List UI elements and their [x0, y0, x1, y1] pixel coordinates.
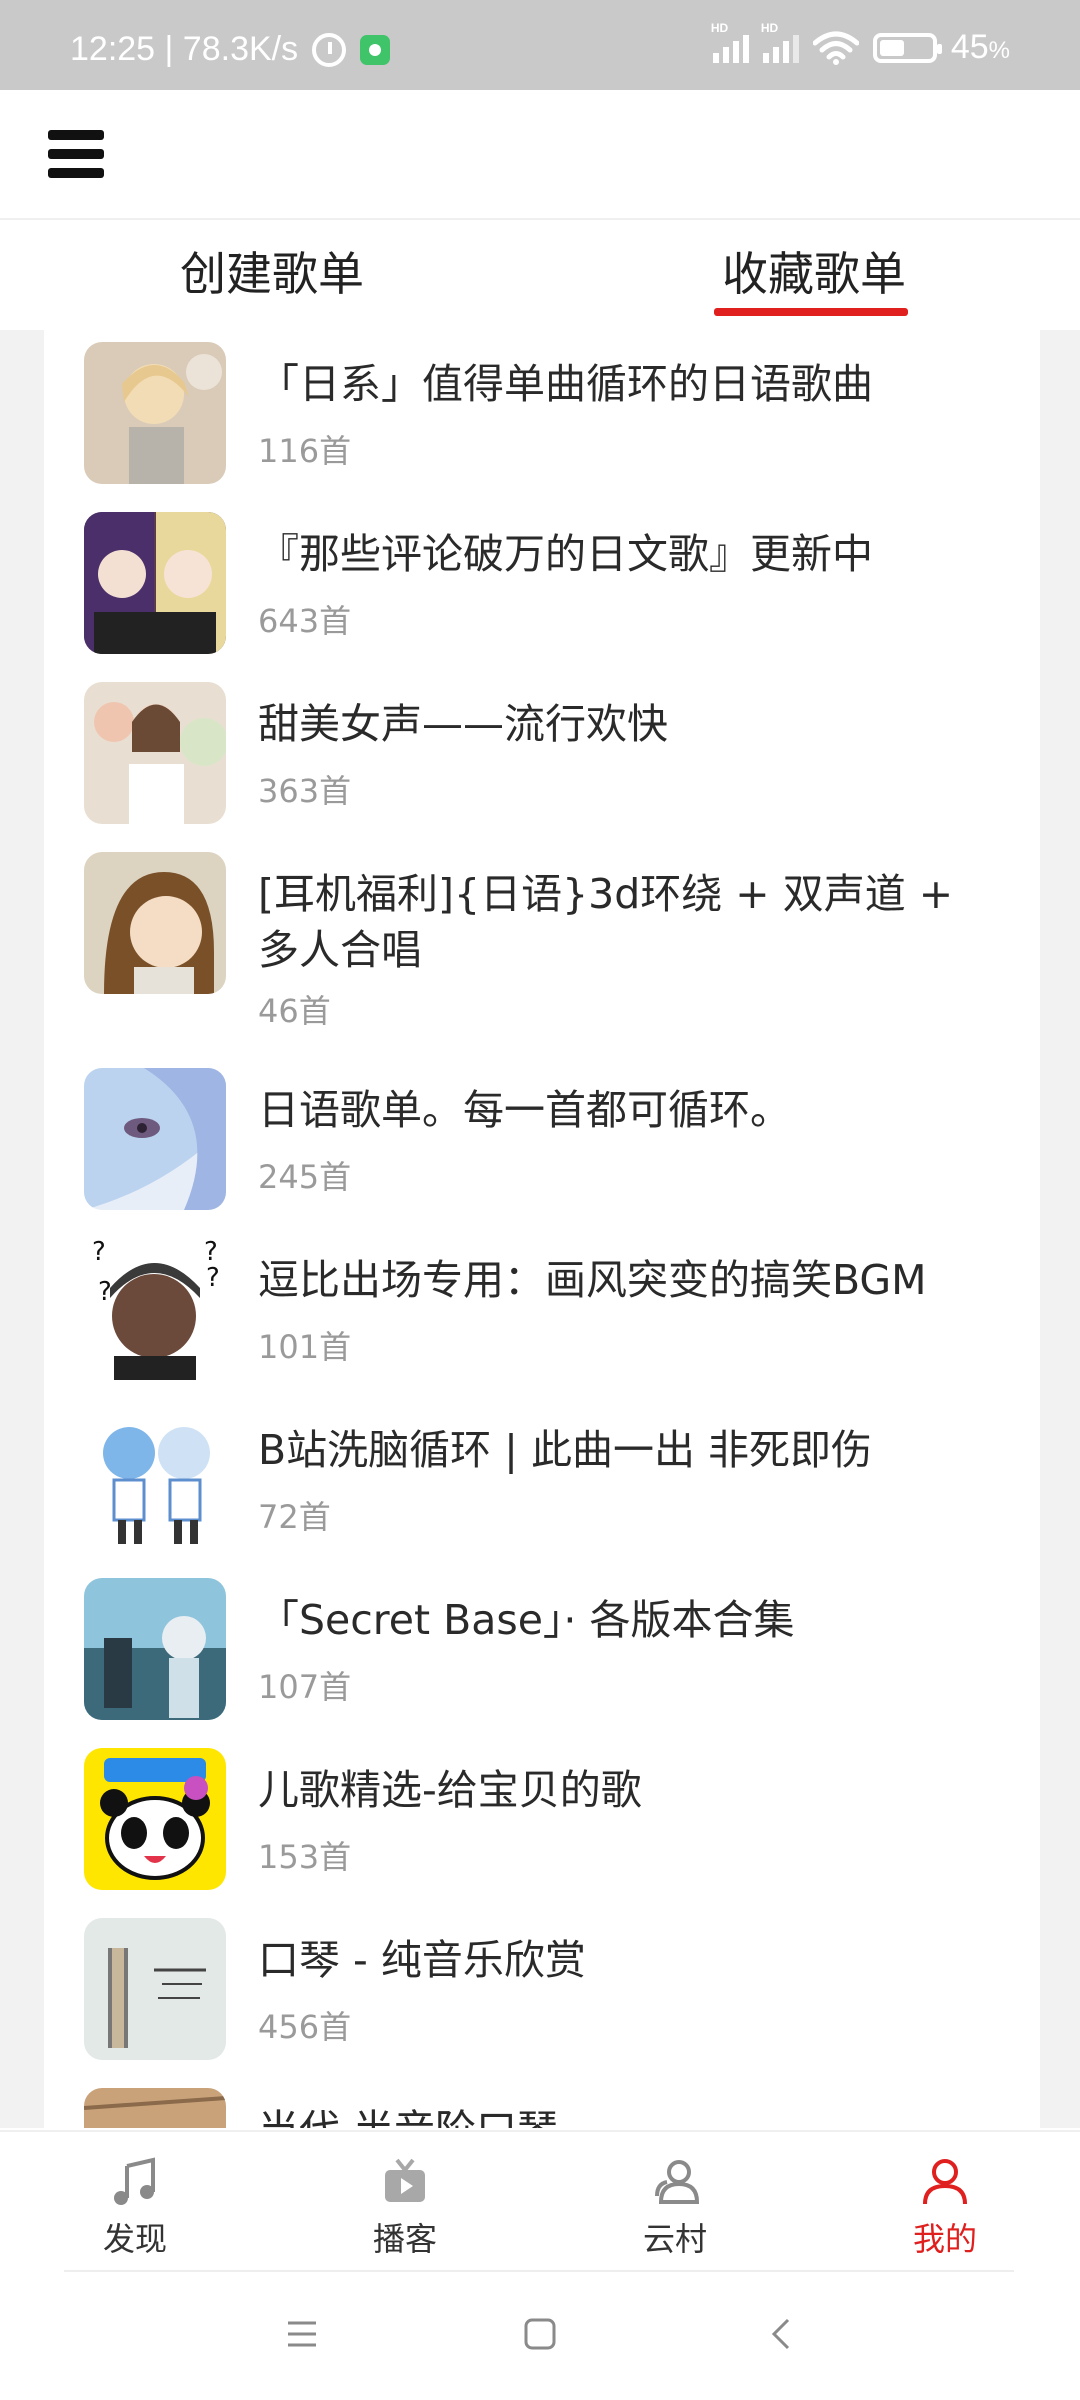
svg-text:?: ? [92, 1238, 106, 1267]
playlist-count: 72首 [258, 1498, 331, 1536]
playlist-title: 『那些评论破万的日文歌』更新中 [258, 530, 873, 578]
nav-mine[interactable]: 我的 [865, 2156, 1025, 2260]
playlist-count: 643首 [258, 602, 352, 640]
battery-icon [872, 32, 942, 63]
playlist-cover [84, 2088, 226, 2128]
wifi-icon [812, 31, 859, 65]
playlist-cover [84, 1918, 226, 2060]
top-bar [0, 90, 1080, 220]
status-right: HD HD 45% [711, 21, 1010, 67]
nav-label: 播客 [372, 2220, 437, 2258]
active-tab-indicator [714, 308, 908, 316]
playlist-title: 日语歌单。每一首都可循环。 [258, 1086, 791, 1134]
nav-label: 发现 [102, 2220, 167, 2258]
playlist-count: 116首 [258, 432, 352, 470]
status-time-speed: 12:25 | 78.3K/s [70, 30, 299, 68]
podcast-tv-icon [379, 2156, 431, 2208]
playlist-cover [84, 342, 226, 484]
alarm-icon [312, 32, 347, 67]
nav-discover[interactable]: 发现 [55, 2156, 215, 2260]
playlist-cover [84, 1748, 226, 1890]
nav-podcast[interactable]: 播客 [325, 2156, 485, 2260]
playlist-count: 107首 [258, 1668, 352, 1706]
playlist-title: 当代 半音阶口琴 [258, 2102, 998, 2128]
music-note-icon [109, 2156, 161, 2208]
playlist-count: 456首 [258, 2008, 352, 2046]
playlist-count: 46首 [258, 992, 331, 1030]
status-left: 12:25 | 78.3K/s [70, 30, 391, 69]
playlist-cover [84, 852, 226, 994]
signal-label: HD [760, 20, 779, 35]
playlist-cover [84, 512, 226, 654]
playlist-list-area: 「日系」值得单曲循环的日语歌曲 116首 『那些评论破万的日文歌』更新中 643… [0, 330, 1080, 2128]
system-nav-bar [0, 2272, 1080, 2400]
playlist-count: 245首 [258, 1158, 352, 1196]
playlist-list: 「日系」值得单曲循环的日语歌曲 116首 『那些评论破万的日文歌』更新中 643… [44, 330, 1040, 2128]
playlist-title: 儿歌精选-给宝贝的歌 [258, 1766, 642, 1814]
playlist-count: 101首 [258, 1328, 352, 1366]
playlist-cover [84, 1408, 226, 1550]
tab-created-playlists[interactable]: 创建歌单 [180, 238, 364, 304]
nav-label: 云村 [642, 2220, 707, 2258]
cellular-signal-icon: HD [761, 21, 799, 63]
playlist-count: 363首 [258, 772, 352, 810]
menu-icon[interactable] [48, 130, 104, 178]
community-users-icon [649, 2156, 701, 2208]
playlist-count: 153首 [258, 1838, 352, 1876]
nav-label: 我的 [912, 2220, 977, 2258]
home-icon[interactable] [522, 2316, 558, 2352]
back-icon[interactable] [764, 2316, 800, 2352]
battery-percent: 45% [950, 28, 1010, 66]
svg-text:?: ? [206, 1263, 220, 1293]
playlist-title: [耳机福利]{日语}3d环绕 + 双声道 + 多人合唱 [258, 870, 954, 974]
playlist-title: 口琴 - 纯音乐欣赏 [258, 1936, 586, 1984]
playlist-cover: ???? [84, 1238, 226, 1380]
playlist-cover [84, 682, 226, 824]
status-bar: 12:25 | 78.3K/s HD HD 45% [0, 0, 1080, 90]
playlist-title: 甜美女声——流行欢快 [258, 700, 668, 748]
signal-label: HD [710, 20, 729, 35]
cellular-signal-icon: HD [711, 21, 749, 63]
tab-collected-playlists[interactable]: 收藏歌单 [722, 238, 906, 304]
playlist-cover [84, 1068, 226, 1210]
recents-menu-icon[interactable] [284, 2316, 320, 2352]
nav-community[interactable]: 云村 [595, 2156, 755, 2260]
bottom-nav: 发现 播客 云村 我的 [0, 2130, 1080, 2272]
playlist-tabs: 创建歌单 收藏歌单 [0, 220, 1080, 330]
svg-text:?: ? [98, 1277, 112, 1307]
playlist-title: 「Secret Base」· 各版本合集 [258, 1596, 795, 1644]
playlist-title: 逗比出场专用：画风突变的搞笑BGM [258, 1256, 927, 1304]
playlist-title: B站洗脑循环 | 此曲一出 非死即伤 [258, 1426, 873, 1474]
playlist-cover [84, 1578, 226, 1720]
profile-icon [919, 2156, 971, 2208]
app-notification-icon [360, 34, 391, 65]
playlist-title: 「日系」值得单曲循环的日语歌曲 [258, 360, 873, 408]
